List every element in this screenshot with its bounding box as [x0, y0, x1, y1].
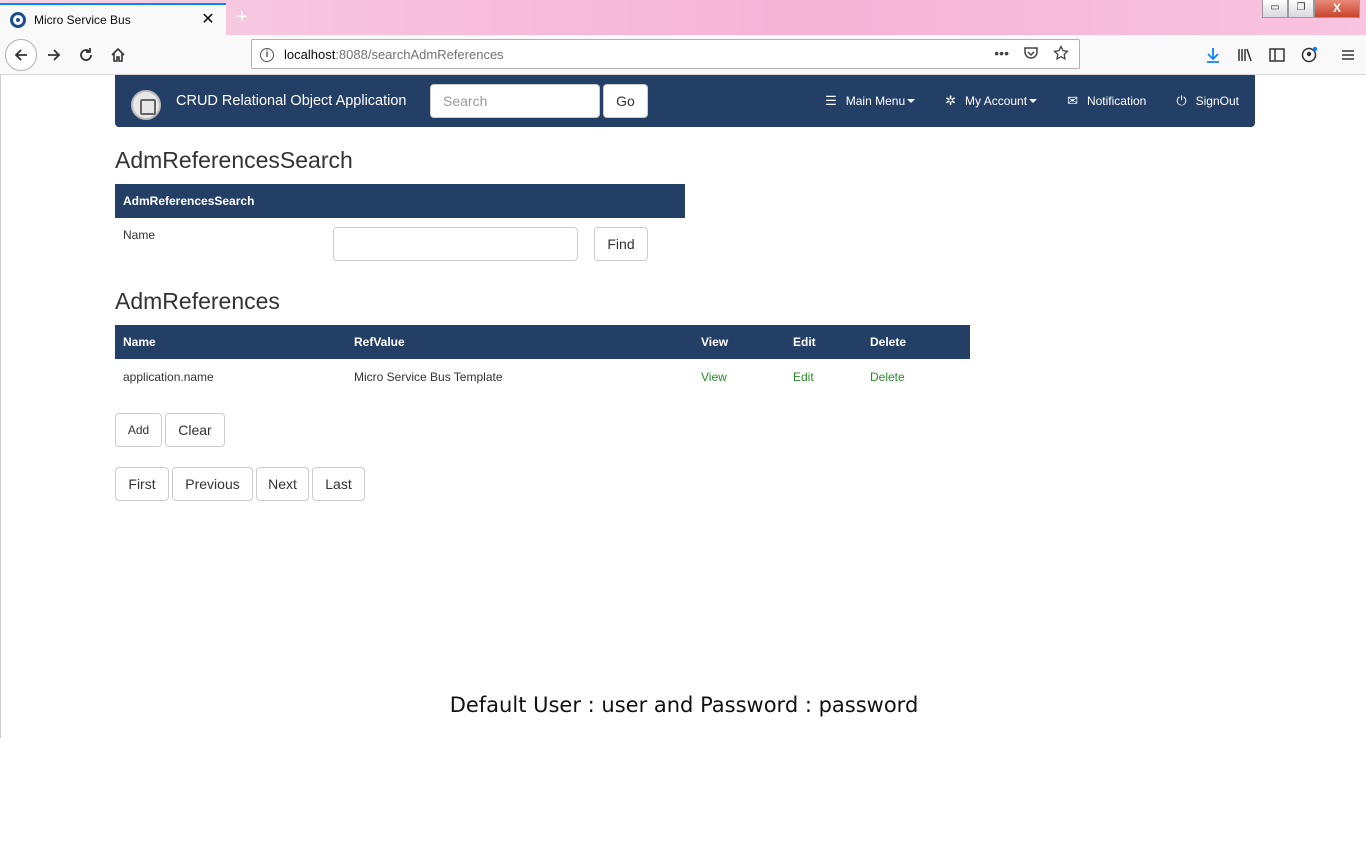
last-page-button[interactable]: Last: [312, 467, 365, 501]
app-brand[interactable]: CRUD Relational Object Application: [176, 93, 407, 109]
window-controls: ▭ ❐ X: [1262, 0, 1360, 20]
signout-link[interactable]: ⏻ SignOut: [1176, 93, 1239, 109]
reload-button[interactable]: [70, 39, 102, 71]
first-page-button[interactable]: First: [115, 467, 169, 501]
forward-button[interactable]: [38, 39, 70, 71]
home-button[interactable]: [102, 39, 134, 71]
browser-toolbar: i localhost:8088/searchAdmReferences •••: [0, 35, 1366, 75]
previous-page-button[interactable]: Previous: [172, 467, 253, 501]
site-favicon-icon: [10, 12, 26, 28]
delete-link[interactable]: Delete: [870, 370, 905, 384]
account-icon: [1301, 46, 1318, 63]
page-actions-icon[interactable]: •••: [994, 45, 1009, 64]
navbar-go-button[interactable]: Go: [603, 84, 648, 118]
default-credentials-note: Default User : user and Password : passw…: [449, 693, 919, 717]
hamburger-menu-button[interactable]: [1332, 39, 1364, 71]
address-bar[interactable]: i localhost:8088/searchAdmReferences •••: [251, 39, 1080, 69]
cell-name: application.name: [123, 369, 214, 384]
table-header-row: Name RefValue View Edit Delete: [115, 325, 970, 359]
downloads-button[interactable]: [1197, 39, 1229, 71]
browser-tab-bar: Micro Service Bus ✕ + ▭ ❐ X: [0, 0, 1366, 35]
col-header-view: View: [693, 325, 785, 359]
restore-button[interactable]: ❐: [1288, 0, 1314, 18]
name-search-input[interactable]: [333, 227, 578, 261]
search-section-title: AdmReferencesSearch: [115, 147, 353, 173]
page-content: CRUD Relational Object Application Go ☰ …: [0, 75, 1366, 738]
browser-tab[interactable]: Micro Service Bus ✕: [0, 3, 226, 35]
references-table: Name RefValue View Edit Delete applicati…: [115, 325, 970, 394]
col-header-refvalue: RefValue: [346, 325, 693, 359]
my-account-dropdown[interactable]: ✲ My Account: [945, 93, 1038, 109]
power-icon: ⏻: [1176, 93, 1187, 108]
home-icon: [111, 47, 125, 62]
col-header-edit: Edit: [785, 325, 862, 359]
col-header-name: Name: [115, 325, 346, 359]
navbar-search-input[interactable]: [430, 84, 600, 118]
add-button[interactable]: Add: [115, 413, 162, 447]
sidebar-icon: [1269, 48, 1285, 62]
find-button[interactable]: Find: [594, 227, 648, 261]
clear-button[interactable]: Clear: [165, 413, 225, 447]
menu-icon: [1342, 50, 1354, 60]
minimize-button[interactable]: ▭: [1262, 0, 1288, 18]
envelope-icon: ✉: [1067, 93, 1078, 108]
pocket-icon[interactable]: [1023, 45, 1039, 64]
account-button[interactable]: [1293, 39, 1325, 71]
download-icon: [1207, 48, 1219, 63]
edit-link[interactable]: Edit: [793, 370, 814, 384]
gear-icon: ✲: [945, 93, 957, 108]
main-menu-dropdown[interactable]: ☰ Main Menu: [825, 93, 916, 109]
next-page-button[interactable]: Next: [256, 467, 309, 501]
back-button[interactable]: [5, 39, 37, 71]
results-section-title: AdmReferences: [115, 288, 280, 314]
library-button[interactable]: [1229, 39, 1261, 71]
reload-icon: [80, 48, 92, 61]
col-header-delete: Delete: [862, 325, 970, 359]
arrow-right-icon: [48, 49, 61, 61]
tab-title: Micro Service Bus: [34, 13, 131, 27]
table-row: application.name Micro Service Bus Templ…: [115, 359, 970, 394]
arrow-left-icon: [14, 49, 27, 61]
site-info-icon[interactable]: i: [260, 46, 284, 62]
app-logo-icon[interactable]: [131, 90, 161, 120]
view-link[interactable]: View: [701, 370, 727, 384]
new-tab-button[interactable]: +: [231, 6, 253, 28]
url-text[interactable]: localhost:8088/searchAdmReferences: [284, 47, 994, 62]
sidebar-button[interactable]: [1261, 39, 1293, 71]
bookmark-star-icon[interactable]: [1053, 44, 1069, 64]
name-label: Name: [123, 228, 156, 242]
list-icon: ☰: [825, 93, 837, 108]
search-panel-header: AdmReferencesSearch: [115, 184, 685, 218]
tab-close-icon[interactable]: ✕: [200, 12, 216, 28]
app-navbar: CRUD Relational Object Application Go ☰ …: [115, 75, 1255, 127]
caret-down-icon: [1029, 99, 1038, 103]
library-icon: [1238, 48, 1252, 62]
caret-down-icon: [907, 99, 916, 103]
close-window-button[interactable]: X: [1314, 0, 1360, 18]
cell-refvalue: Micro Service Bus Template: [354, 369, 503, 384]
notification-link[interactable]: ✉ Notification: [1067, 93, 1146, 109]
